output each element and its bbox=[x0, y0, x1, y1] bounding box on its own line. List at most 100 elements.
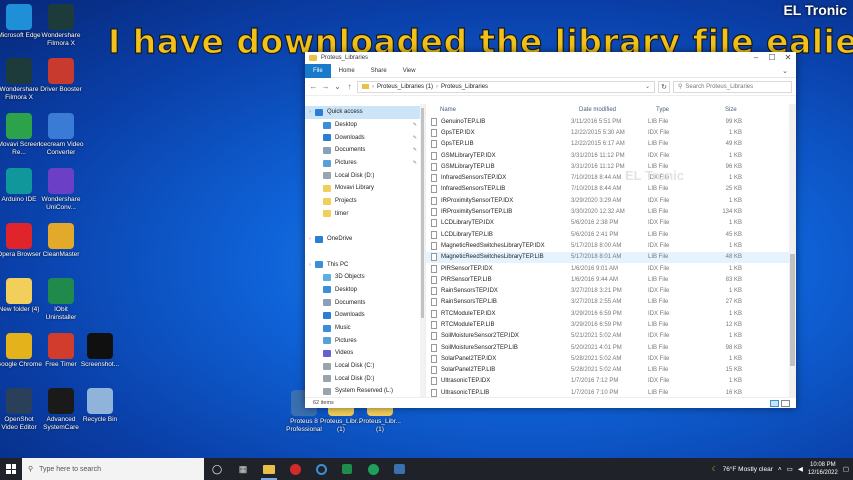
tab-file[interactable]: File bbox=[305, 63, 331, 78]
file-row[interactable]: SolarPanel2TEP.LIB 5/28/2021 5:02 AM LIB F… bbox=[426, 365, 796, 376]
file-row[interactable]: LCDLibraryTEP.LIB 5/6/2016 2:41 PM LIB Fil… bbox=[426, 229, 796, 240]
uninstaller-taskbar-icon[interactable] bbox=[360, 458, 386, 480]
desktop-icon-item[interactable]: Screenshot... bbox=[77, 333, 123, 369]
chevron-up-icon[interactable]: ˄ bbox=[778, 466, 782, 473]
column-header-name[interactable]: Name bbox=[440, 107, 579, 113]
column-header-type[interactable]: Type bbox=[656, 107, 725, 113]
file-row[interactable]: MagneticReedSwitchesLibraryTEP.LIB 5/17/2… bbox=[426, 251, 796, 263]
screen-recorder-taskbar-icon[interactable] bbox=[282, 458, 308, 480]
nav-item[interactable]: Downloads bbox=[305, 309, 425, 322]
file-row[interactable]: RTCModuleTEP.LIB 3/29/2016 6:59 PM LIB Fil… bbox=[426, 319, 796, 330]
chevron-down-icon[interactable]: ⌄ bbox=[645, 83, 650, 90]
file-row[interactable]: GpsTEP.LIB 12/22/2015 6:17 AM LIB File 49 K… bbox=[426, 139, 796, 150]
file-row[interactable]: UltrasonicTEP.IDX 1/7/2016 7:12 PM IDX Fil… bbox=[426, 376, 796, 387]
nav-item[interactable]: 3D Objects bbox=[305, 271, 425, 284]
file-explorer-taskbar-icon[interactable] bbox=[256, 458, 282, 480]
desktop-icon-item[interactable]: Opera Browser bbox=[0, 223, 42, 259]
file-row[interactable]: SolarPanel2TEP.IDX 5/28/2021 5:02 AM IDX F… bbox=[426, 353, 796, 364]
file-row[interactable]: GenuinoTEP.LIB 3/11/2016 5:51 PM LIB File 9… bbox=[426, 116, 796, 127]
file-row[interactable]: IRProximitySensorTEP.LIB 3/30/2020 12:32 … bbox=[426, 206, 796, 217]
desktop-icon-item[interactable]: Icecream Video Converter bbox=[38, 113, 84, 156]
desktop-icon-item[interactable]: Driver Booster bbox=[38, 58, 84, 94]
details-view-icon[interactable] bbox=[770, 399, 779, 407]
column-header-date[interactable]: Date modified bbox=[579, 107, 656, 113]
search-input[interactable]: ⚲ Search Proteus_Libraries bbox=[673, 80, 792, 93]
proteus-taskbar-icon[interactable] bbox=[386, 458, 412, 480]
file-row[interactable]: RainSensorsTEP.IDX 3/27/2018 3:21 PM IDX F… bbox=[426, 285, 796, 296]
breadcrumb-item[interactable]: Proteus_Libraries bbox=[441, 84, 488, 90]
nav-item[interactable]: › Quick access bbox=[305, 106, 425, 119]
maximize-icon[interactable]: ☐ bbox=[764, 52, 780, 64]
desktop-icon-item[interactable]: Google Chrome bbox=[0, 333, 42, 369]
nav-item[interactable]: Projects bbox=[305, 195, 425, 208]
column-header-size[interactable]: Size bbox=[725, 107, 767, 113]
nav-item[interactable]: Documents ✎ bbox=[305, 144, 425, 157]
nav-item[interactable]: › OneDrive bbox=[305, 233, 425, 246]
file-row[interactable]: InfraredSensorsTEP.LIB 7/10/2018 8:44 AM L… bbox=[426, 184, 796, 195]
navigation-pane[interactable]: › Quick access Desktop ✎ Downloads ✎ Documents… bbox=[305, 104, 426, 397]
refresh-icon[interactable]: ↻ bbox=[658, 80, 670, 93]
large-icons-view-icon[interactable] bbox=[781, 399, 790, 407]
file-row[interactable]: MagneticReedSwitchesLibraryTEP.IDX 5/17/2… bbox=[426, 240, 796, 251]
network-icon[interactable]: ▭ bbox=[787, 465, 793, 473]
file-row[interactable]: IRProximitySensorTEP.IDX 3/29/2020 3:29 A… bbox=[426, 195, 796, 206]
tab-home[interactable]: Home bbox=[331, 64, 363, 78]
nav-item[interactable]: System Reserved (L:) bbox=[305, 385, 425, 397]
nav-scrollbar[interactable] bbox=[420, 104, 425, 397]
desktop-icon-item[interactable]: Wondershare Filmora X bbox=[0, 58, 42, 101]
nav-item[interactable]: Local Disk (C:) bbox=[305, 360, 425, 373]
desktop-icon-item[interactable]: New folder (4) bbox=[0, 278, 42, 314]
forward-arrow-icon[interactable]: → bbox=[321, 82, 330, 91]
file-row[interactable]: GpsTEP.IDX 12/22/2015 5:30 AM IDX File 1 KB bbox=[426, 127, 796, 138]
back-arrow-icon[interactable]: ← bbox=[309, 82, 318, 91]
chevron-right-icon[interactable]: › bbox=[305, 109, 315, 115]
nav-item[interactable]: timer bbox=[305, 208, 425, 221]
nav-item[interactable]: Desktop ✎ bbox=[305, 119, 425, 132]
recent-dropdown-icon[interactable]: ⌄ bbox=[333, 82, 342, 91]
breadcrumb-item[interactable]: Proteus_Libraries (1) bbox=[377, 84, 433, 90]
nav-item[interactable]: Local Disk (D:) bbox=[305, 169, 425, 182]
nav-item[interactable]: Desktop bbox=[305, 284, 425, 297]
nav-item[interactable]: › This PC bbox=[305, 258, 425, 271]
notifications-icon[interactable]: ▢ bbox=[843, 465, 849, 473]
chevron-right-icon[interactable]: › bbox=[305, 236, 315, 242]
clock[interactable]: 10:08 PM 12/16/2022 bbox=[808, 461, 838, 477]
nav-item[interactable]: Videos bbox=[305, 347, 425, 360]
file-row[interactable]: PIRSensorTEP.LIB 1/6/2016 9:44 AM LIB File… bbox=[426, 274, 796, 285]
desktop-icon-item[interactable]: Wondershare Filmora X bbox=[38, 4, 84, 47]
nav-item[interactable]: Movavi Library bbox=[305, 182, 425, 195]
chevron-down-icon[interactable]: ⌄ bbox=[782, 67, 788, 75]
file-row[interactable]: SoilMoistureSensor2TEP.LIB 5/20/2021 4:01… bbox=[426, 342, 796, 353]
file-row[interactable]: LCDLibraryTEP.IDX 5/6/2016 2:38 PM IDX Fil… bbox=[426, 218, 796, 229]
chevron-right-icon[interactable]: › bbox=[305, 262, 315, 268]
taskbar-search-box[interactable]: ⚲ Type here to search bbox=[22, 458, 204, 480]
volume-icon[interactable]: ◀ bbox=[798, 465, 803, 473]
desktop-icon-item[interactable]: Recycle Bin bbox=[77, 388, 123, 424]
close-icon[interactable]: ✕ bbox=[780, 52, 796, 64]
breadcrumb[interactable]: › Proteus_Libraries (1) › Proteus_Librar… bbox=[357, 80, 655, 93]
file-row[interactable]: InfraredSensorsTEP.IDX 7/10/2018 8:44 AM I… bbox=[426, 172, 796, 183]
window-titlebar[interactable]: Proteus_Libraries – ☐ ✕ bbox=[305, 52, 796, 64]
file-list[interactable]: Name Date modified Type Size GenuinoTEP.… bbox=[426, 104, 796, 397]
desktop-icon-item[interactable]: IObit Uninstaller bbox=[38, 278, 84, 321]
minimize-icon[interactable]: – bbox=[748, 52, 764, 64]
file-row[interactable]: SoilMoistureSensor2TEP.IDX 5/21/2021 5:02… bbox=[426, 331, 796, 342]
file-row[interactable]: GSMLibraryTEP.IDX 3/31/2016 11:12 PM IDX F… bbox=[426, 150, 796, 161]
nav-item[interactable]: Pictures bbox=[305, 334, 425, 347]
start-button[interactable] bbox=[0, 458, 22, 480]
widgets-icon[interactable]: ▦ bbox=[230, 458, 256, 480]
nav-item[interactable]: Documents bbox=[305, 296, 425, 309]
nav-item[interactable]: Music bbox=[305, 322, 425, 335]
tab-share[interactable]: Share bbox=[363, 64, 395, 78]
file-row[interactable]: RainSensorsTEP.LIB 3/27/2018 2:55 AM LIB F… bbox=[426, 297, 796, 308]
weather-text[interactable]: 76°F Mostly clear bbox=[723, 466, 773, 473]
desktop-icon-item[interactable]: CleanMaster bbox=[38, 223, 84, 259]
file-row[interactable]: RTCModuleTEP.IDX 3/29/2016 6:59 PM IDX Fil… bbox=[426, 308, 796, 319]
nav-item[interactable]: Pictures ✎ bbox=[305, 157, 425, 170]
task-view-icon[interactable]: ◯ bbox=[204, 458, 230, 480]
desktop-icon-item[interactable]: Arduino IDE bbox=[0, 168, 42, 204]
file-row[interactable]: PIRSensorTEP.IDX 1/6/2016 9:01 AM IDX File… bbox=[426, 263, 796, 274]
app-c-taskbar-icon[interactable] bbox=[308, 458, 334, 480]
file-list-scrollbar[interactable] bbox=[789, 104, 796, 397]
tab-view[interactable]: View bbox=[395, 64, 424, 78]
